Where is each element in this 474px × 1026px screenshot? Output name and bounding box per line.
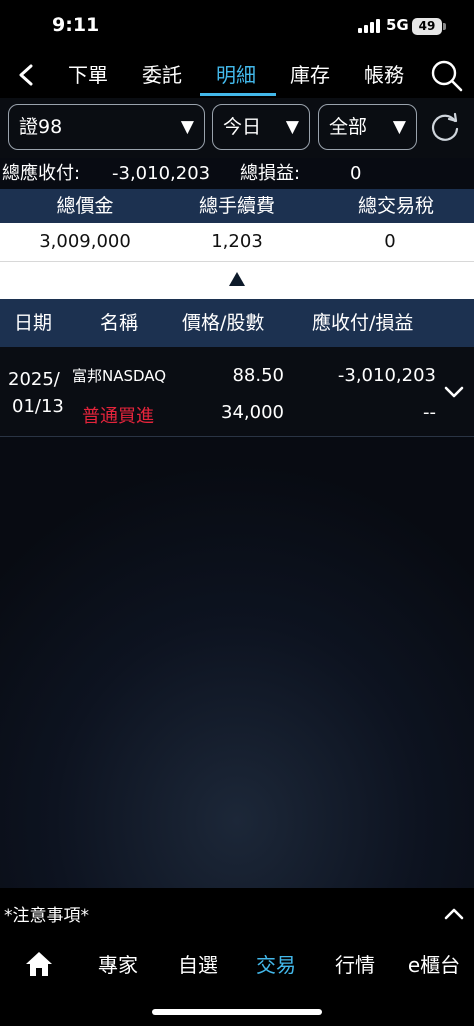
refresh-icon[interactable] <box>428 110 462 144</box>
notice-label[interactable]: *注意事項* <box>4 901 89 926</box>
bottom-tab-expert[interactable]: 專家 <box>88 950 148 980</box>
chevron-up-icon[interactable] <box>442 902 466 926</box>
status-time: 9:11 <box>52 14 100 36</box>
total-receivable-label: 總應收付: <box>2 163 81 184</box>
totals-amount-value: 3,009,000 <box>39 231 131 252</box>
list-header-name: 名稱 <box>100 312 139 334</box>
bottom-tab-ecounter[interactable]: e櫃台 <box>398 950 470 980</box>
dropdown-triangle-icon: ▼ <box>285 117 299 137</box>
account-select[interactable]: 證98 ▼ <box>8 104 205 150</box>
bottom-tab-quotes[interactable]: 行情 <box>325 950 385 980</box>
account-redaction <box>73 113 127 141</box>
triangle-up-icon[interactable] <box>226 268 248 290</box>
total-pnl-label: 總損益: <box>240 163 301 184</box>
battery-tip <box>443 23 446 30</box>
row-receivable: -3,010,203 <box>337 365 436 386</box>
row-date-year: 2025/ <box>8 369 60 390</box>
tab-inventory[interactable]: 庫存 <box>280 60 340 90</box>
period-select-value: 今日 <box>223 116 262 138</box>
totals-header-amount: 總價金 <box>56 195 114 217</box>
tab-details[interactable]: 明細 <box>206 60 266 90</box>
bottom-tab-trade[interactable]: 交易 <box>246 950 306 980</box>
signal-icon <box>358 19 382 33</box>
network-label: 5G <box>386 16 409 34</box>
tab-account[interactable]: 帳務 <box>354 60 414 90</box>
total-receivable-value: -3,010,203 <box>112 163 211 184</box>
row-price: 88.50 <box>232 365 284 386</box>
dropdown-triangle-icon: ▼ <box>392 117 406 137</box>
totals-header-tax: 總交易稅 <box>357 195 434 217</box>
row-shares: 34,000 <box>221 402 284 423</box>
account-select-value: 證98 <box>19 116 63 138</box>
totals-fee-value: 1,203 <box>211 231 263 252</box>
chevron-down-icon[interactable] <box>442 380 466 404</box>
type-select-value: 全部 <box>329 116 368 138</box>
table-row[interactable] <box>0 347 474 437</box>
period-select[interactable]: 今日 ▼ <box>212 104 310 150</box>
active-tab-underline <box>200 93 276 96</box>
row-action-badge: 普通買進 <box>82 406 154 427</box>
list-header-price-shares: 價格/股數 <box>182 312 265 334</box>
tab-order[interactable]: 下單 <box>58 60 118 90</box>
total-pnl-value: 0 <box>350 163 362 184</box>
row-stock-name: 富邦NASDAQ <box>72 367 167 385</box>
dropdown-triangle-icon: ▼ <box>180 117 194 137</box>
list-header-date: 日期 <box>14 312 53 334</box>
battery-icon: 49 <box>412 18 442 35</box>
row-date-day: 01/13 <box>12 396 64 417</box>
search-icon[interactable] <box>428 57 464 93</box>
row-pnl: -- <box>423 402 436 423</box>
home-indicator <box>152 1009 322 1015</box>
type-select[interactable]: 全部 ▼ <box>318 104 417 150</box>
totals-tax-value: 0 <box>384 231 396 252</box>
bottom-tab-watchlist[interactable]: 自選 <box>168 950 228 980</box>
tab-entrust[interactable]: 委託 <box>132 60 192 90</box>
list-header-receivable-pnl: 應收付/損益 <box>312 312 414 334</box>
totals-header-fee: 總手續費 <box>198 195 275 217</box>
home-icon[interactable] <box>24 949 54 979</box>
back-icon[interactable] <box>10 58 44 92</box>
